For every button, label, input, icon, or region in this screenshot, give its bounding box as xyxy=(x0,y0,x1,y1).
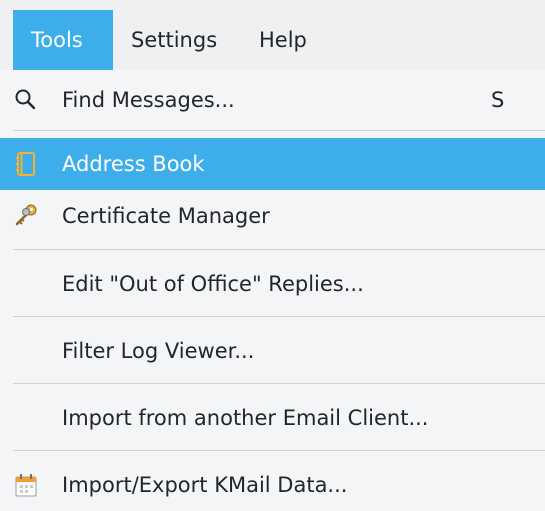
menu-separator xyxy=(13,316,545,317)
shortcut-label: S xyxy=(491,88,505,112)
search-icon xyxy=(13,87,39,113)
menu-item-import-email-client[interactable]: Import from another Email Client... xyxy=(0,392,545,444)
menu-item-address-book[interactable]: Address Book xyxy=(0,138,545,190)
menubar-help[interactable]: Help xyxy=(241,10,321,70)
menu-separator xyxy=(13,130,545,131)
menu-item-label: Import from another Email Client... xyxy=(62,406,429,430)
menu-item-filter-log-viewer[interactable]: Filter Log Viewer... xyxy=(0,325,545,377)
menu-item-import-export-kmail[interactable]: Import/Export KMail Data... xyxy=(0,459,545,511)
menu-separator xyxy=(13,249,545,250)
menu-bar: Tools Settings Help xyxy=(0,0,545,70)
menu-item-label: Import/Export KMail Data... xyxy=(62,473,348,497)
menu-item-out-of-office[interactable]: Edit "Out of Office" Replies... xyxy=(0,258,545,310)
menu-item-label: Address Book xyxy=(62,152,205,176)
menu-separator xyxy=(13,383,545,384)
tools-menu: Find Messages... S Address Book Certific… xyxy=(0,70,545,501)
calendar-import-icon xyxy=(13,472,39,498)
menubar-settings[interactable]: Settings xyxy=(113,10,241,70)
menu-item-find-messages[interactable]: Find Messages... S xyxy=(0,74,545,126)
menu-item-certificate-manager[interactable]: Certificate Manager xyxy=(0,190,545,242)
keys-icon xyxy=(13,203,39,229)
menu-item-label: Certificate Manager xyxy=(62,204,270,228)
menu-item-label: Filter Log Viewer... xyxy=(62,339,255,363)
menu-separator xyxy=(13,450,545,451)
menu-item-label: Edit "Out of Office" Replies... xyxy=(62,272,364,296)
menubar-tools[interactable]: Tools xyxy=(13,10,113,70)
address-book-icon xyxy=(13,151,39,177)
menu-item-label: Find Messages... xyxy=(62,88,235,112)
